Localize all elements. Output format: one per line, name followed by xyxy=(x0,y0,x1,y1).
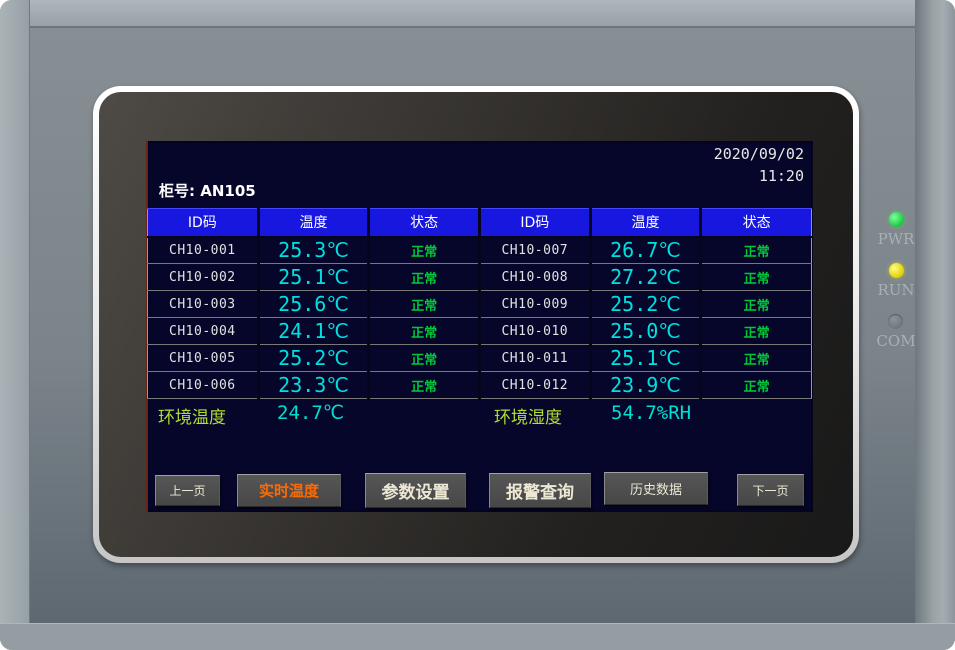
ambient-humidity-label: 环境湿度 xyxy=(494,403,562,428)
com-led-group: COM xyxy=(876,314,915,350)
column-header-temp: 温度 xyxy=(258,209,369,237)
next-page-button[interactable]: 下一页 xyxy=(737,474,804,506)
temperature-cell: 25.1℃ xyxy=(258,264,369,291)
column-header-id: ID码 xyxy=(479,209,590,237)
channel-id-cell: CH10-012 xyxy=(479,372,590,399)
temperature-cell: 25.6℃ xyxy=(258,291,369,318)
status-cell: 正常 xyxy=(701,291,812,318)
time-display: 11:20 xyxy=(759,167,804,185)
led-panel: PWR RUN COM xyxy=(866,212,926,350)
bezel-frame-top xyxy=(0,0,955,28)
channel-id-cell: CH10-011 xyxy=(479,345,590,372)
channel-id-cell: CH10-005 xyxy=(148,345,259,372)
realtime-temp-button[interactable]: 实时温度 xyxy=(237,474,341,507)
column-header-id: ID码 xyxy=(148,209,259,237)
channel-id-cell: CH10-009 xyxy=(479,291,590,318)
status-cell: 正常 xyxy=(369,264,480,291)
temperature-cell: 24.1℃ xyxy=(258,318,369,345)
power-led-icon xyxy=(889,212,904,227)
column-header-status: 状态 xyxy=(369,209,480,237)
lcd-screen: 2020/09/02 11:20 柜号: AN105 ID码 温度 状态 ID码… xyxy=(146,141,813,512)
power-led-group: PWR xyxy=(878,212,915,248)
status-cell: 正常 xyxy=(701,318,812,345)
table-row: CH10-001 25.3℃ 正常 CH10-007 26.7℃ 正常 xyxy=(148,237,812,264)
status-cell: 正常 xyxy=(369,345,480,372)
table-row: CH10-002 25.1℃ 正常 CH10-008 27.2℃ 正常 xyxy=(148,264,812,291)
status-cell: 正常 xyxy=(701,345,812,372)
power-led-label: PWR xyxy=(878,230,915,248)
status-cell: 正常 xyxy=(369,318,480,345)
channel-id-cell: CH10-008 xyxy=(479,264,590,291)
run-led-group: RUN xyxy=(877,263,914,299)
temperature-cell: 26.7℃ xyxy=(590,237,701,264)
status-cell: 正常 xyxy=(701,264,812,291)
temperature-cell: 25.2℃ xyxy=(258,345,369,372)
column-header-status: 状态 xyxy=(701,209,812,237)
prev-page-button[interactable]: 上一页 xyxy=(155,475,220,506)
table-row: CH10-004 24.1℃ 正常 CH10-010 25.0℃ 正常 xyxy=(148,318,812,345)
channel-id-cell: CH10-001 xyxy=(148,237,259,264)
ambient-temperature-value: 24.7℃ xyxy=(277,402,344,424)
channel-id-cell: CH10-002 xyxy=(148,264,259,291)
status-cell: 正常 xyxy=(701,372,812,399)
temperature-cell: 25.2℃ xyxy=(590,291,701,318)
temperature-cell: 27.2℃ xyxy=(590,264,701,291)
com-led-label: COM xyxy=(876,332,915,350)
channel-id-cell: CH10-006 xyxy=(148,372,259,399)
column-header-temp: 温度 xyxy=(590,209,701,237)
table-row: CH10-005 25.2℃ 正常 CH10-011 25.1℃ 正常 xyxy=(148,345,812,372)
status-cell: 正常 xyxy=(369,237,480,264)
history-data-button[interactable]: 历史数据 xyxy=(604,472,708,505)
channel-id-cell: CH10-004 xyxy=(148,318,259,345)
status-cell: 正常 xyxy=(369,372,480,399)
alarm-query-button[interactable]: 报警查询 xyxy=(489,473,591,508)
temperature-cell: 23.9℃ xyxy=(590,372,701,399)
status-cell: 正常 xyxy=(369,291,480,318)
channel-id-cell: CH10-010 xyxy=(479,318,590,345)
com-led-icon xyxy=(888,314,903,329)
temperature-cell: 23.3℃ xyxy=(258,372,369,399)
realtime-temperature-table: ID码 温度 状态 ID码 温度 状态 CH10-001 25.3℃ 正常 CH… xyxy=(147,208,812,399)
channel-id-cell: CH10-003 xyxy=(148,291,259,318)
run-led-label: RUN xyxy=(877,281,914,299)
channel-id-cell: CH10-007 xyxy=(479,237,590,264)
table-row: CH10-003 25.6℃ 正常 CH10-009 25.2℃ 正常 xyxy=(148,291,812,318)
temperature-cell: 25.0℃ xyxy=(590,318,701,345)
ambient-temperature-label: 环境温度 xyxy=(158,403,226,428)
param-settings-button[interactable]: 参数设置 xyxy=(365,473,466,508)
table-row: CH10-006 23.3℃ 正常 CH10-012 23.9℃ 正常 xyxy=(148,372,812,399)
status-cell: 正常 xyxy=(701,237,812,264)
temperature-cell: 25.1℃ xyxy=(590,345,701,372)
table-header-row: ID码 温度 状态 ID码 温度 状态 xyxy=(148,209,812,237)
run-led-icon xyxy=(889,263,904,278)
date-display: 2020/09/02 xyxy=(714,145,804,163)
hmi-device: 2020/09/02 11:20 柜号: AN105 ID码 温度 状态 ID码… xyxy=(0,0,955,650)
temperature-cell: 25.3℃ xyxy=(258,237,369,264)
bezel-frame-bottom xyxy=(0,623,955,650)
cabinet-label: 柜号: AN105 xyxy=(159,180,256,201)
ambient-humidity-value: 54.7%RH xyxy=(611,402,691,424)
bezel-frame-left xyxy=(0,0,30,650)
